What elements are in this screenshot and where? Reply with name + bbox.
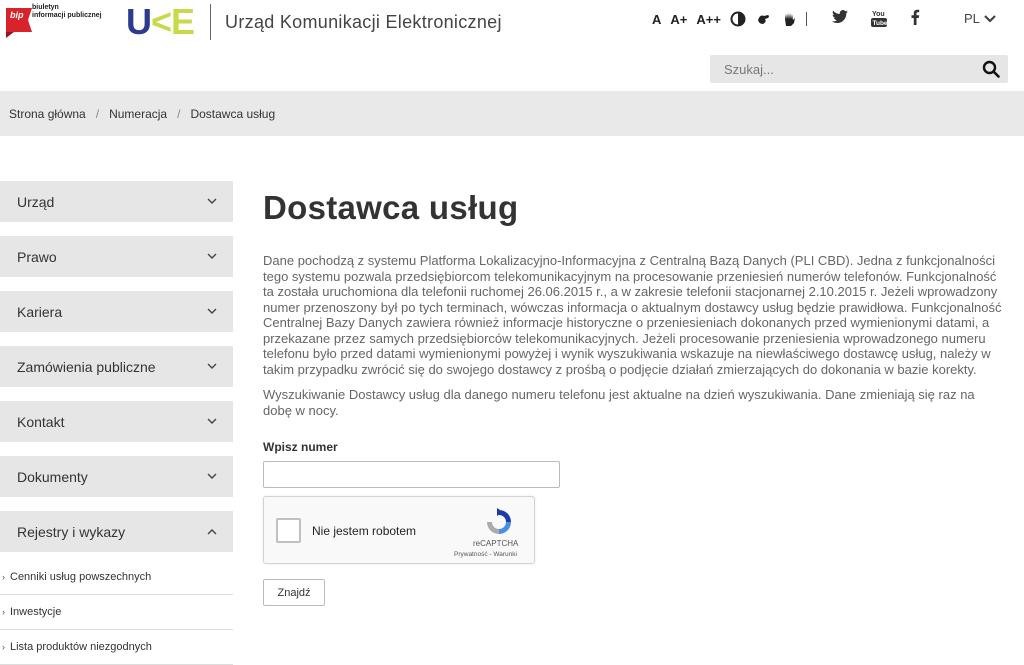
recaptcha-brand: reCAPTCHA <box>473 539 519 548</box>
sidebar-item-label: Rejestry i wykazy <box>17 523 126 540</box>
chevron-down-icon <box>207 418 217 424</box>
sidebar: Urząd Prawo Kariera Zamówienia publiczne… <box>0 181 233 665</box>
main-content: Dostawca usług Dane pochodzą z systemu P… <box>263 180 1003 606</box>
sidebar-item-kariera[interactable]: Kariera <box>0 291 233 332</box>
chevron-right-icon: › <box>2 642 5 652</box>
chevron-down-icon <box>207 198 217 204</box>
site-header: bip biuletyn informacji publicznej U<E U… <box>0 0 1024 91</box>
sidebar-subitem-cenniki[interactable]: › Cenniki usług powszechnych <box>0 560 233 595</box>
chevron-down-icon <box>207 473 217 479</box>
phone-number-input[interactable] <box>263 461 560 488</box>
update-note-paragraph: Wyszukiwanie Dostawcy usług dla danego n… <box>263 387 975 418</box>
breadcrumb-numeracja[interactable]: Numeracja <box>109 107 167 121</box>
chevron-down-icon <box>207 253 217 259</box>
uke-logo-mark: U<E <box>126 1 195 42</box>
sidebar-item-rejestry[interactable]: Rejestry i wykazy <box>0 511 233 552</box>
chevron-down-icon <box>207 308 217 314</box>
chevron-down-icon <box>207 363 217 369</box>
uke-logo[interactable]: U<E Urząd Komunikacji Elektronicznej <box>126 4 502 40</box>
sidebar-subitem-inwestycje[interactable]: › Inwestycje <box>0 595 233 630</box>
sidebar-item-zamowienia[interactable]: Zamówienia publiczne <box>0 346 233 387</box>
svg-text:Tube: Tube <box>873 20 888 27</box>
sidebar-item-urzad[interactable]: Urząd <box>0 181 233 222</box>
sidebar-subitem-lista[interactable]: › Lista produktów niezgodnych <box>0 630 233 665</box>
youtube-icon[interactable]: You Tube <box>871 9 887 27</box>
sidebar-subitem-label: Inwestycje <box>10 606 62 618</box>
breadcrumb-home[interactable]: Strona główna <box>9 107 86 121</box>
accessibility-tools: A A+ A++ <box>652 10 817 28</box>
sidebar-item-prawo[interactable]: Prawo <box>0 236 233 277</box>
bip-caption-line1: biuletyn <box>32 4 59 11</box>
svg-text:You: You <box>872 11 885 18</box>
language-current: PL <box>964 11 980 26</box>
recaptcha-checkbox[interactable] <box>276 518 301 543</box>
sidebar-subitem-label: Cenniki usług powszechnych <box>10 571 152 583</box>
sign-language-icon[interactable] <box>754 11 774 27</box>
facebook-icon[interactable] <box>910 9 920 25</box>
sidebar-item-kontakt[interactable]: Kontakt <box>0 401 233 442</box>
language-selector[interactable]: PL <box>964 11 996 26</box>
number-input-label: Wpisz numer <box>263 440 338 454</box>
recaptcha-links[interactable]: Prywatność - Warunki <box>454 551 517 558</box>
font-size-large[interactable]: A+ <box>670 12 687 27</box>
sidebar-item-label: Prawo <box>17 248 57 265</box>
sidebar-item-label: Kontakt <box>17 413 65 430</box>
search-icon[interactable] <box>982 60 1000 78</box>
tools-divider <box>805 12 807 26</box>
description-paragraph: Dane pochodzą z systemu Platforma Lokali… <box>263 253 1002 377</box>
deaf-hand-icon[interactable] <box>782 11 798 27</box>
sidebar-item-label: Zamówienia publiczne <box>17 358 156 375</box>
sidebar-item-dokumenty[interactable]: Dokumenty <box>0 456 233 497</box>
breadcrumb-separator: / <box>177 106 181 121</box>
sidebar-item-label: Dokumenty <box>17 468 88 485</box>
sidebar-subitem-label: Lista produktów niezgodnych <box>10 641 152 653</box>
chevron-down-icon <box>984 14 996 23</box>
sidebar-item-label: Urząd <box>17 193 55 210</box>
find-button[interactable]: Znajdź <box>263 579 325 606</box>
contrast-icon[interactable] <box>730 11 746 27</box>
bip-caption: biuletyn informacji publicznej <box>32 4 102 20</box>
font-size-xlarge[interactable]: A++ <box>696 12 721 27</box>
page-title: Dostawca usług <box>263 189 519 226</box>
chevron-up-icon <box>207 529 217 535</box>
font-size-normal[interactable]: A <box>652 12 661 27</box>
bip-caption-line2: informacji publicznej <box>32 12 102 19</box>
logo-divider <box>210 4 212 40</box>
search-bar <box>710 55 1008 83</box>
chevron-right-icon: › <box>2 572 5 582</box>
sidebar-item-label: Kariera <box>17 303 63 320</box>
chevron-right-icon: › <box>2 607 5 617</box>
recaptcha-logo-icon <box>487 508 511 534</box>
recaptcha-widget: Nie jestem robotem reCAPTCHA Prywatność … <box>263 496 535 564</box>
breadcrumb-separator: / <box>95 106 100 121</box>
recaptcha-label: Nie jestem robotem <box>312 524 417 538</box>
bip-word: bip <box>10 10 24 20</box>
search-input[interactable] <box>710 55 970 83</box>
bip-logo[interactable]: bip biuletyn informacji publicznej <box>6 4 106 40</box>
twitter-icon[interactable] <box>832 10 848 24</box>
site-name: Urząd Komunikacji Elektronicznej <box>225 11 502 32</box>
breadcrumb: Strona główna / Numeracja / Dostawca usł… <box>0 91 1024 136</box>
breadcrumb-current: Dostawca usług <box>190 106 276 121</box>
